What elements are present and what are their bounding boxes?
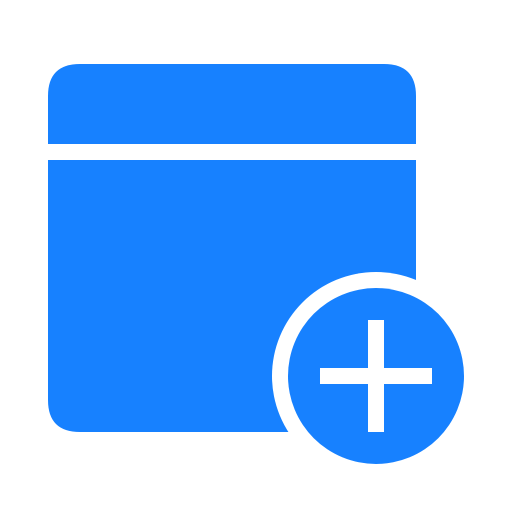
plus-badge-icon	[288, 288, 464, 464]
icon-canvas	[0, 0, 512, 512]
window-title-bar	[48, 64, 416, 144]
add-window-icon	[48, 64, 464, 464]
